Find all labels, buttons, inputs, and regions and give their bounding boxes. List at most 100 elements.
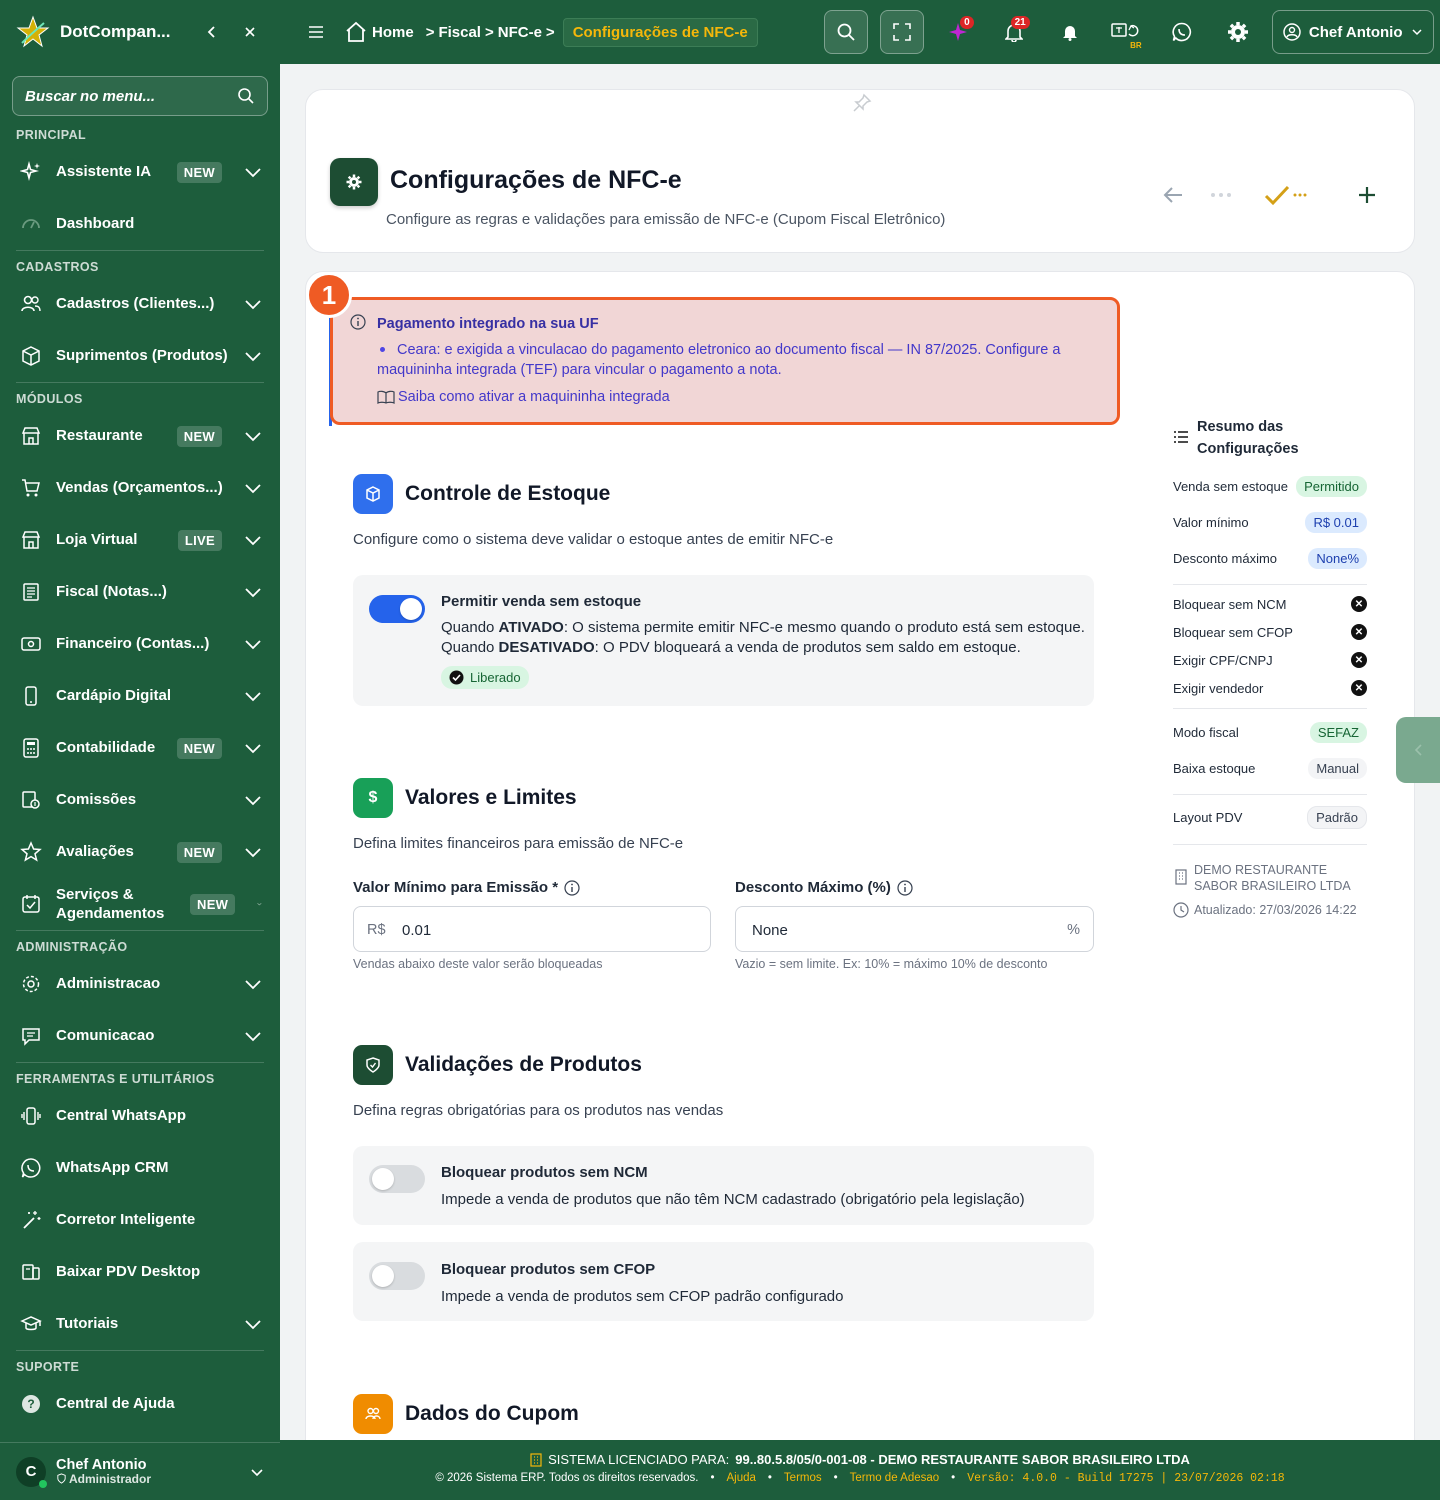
summary-toggle-tab[interactable] bbox=[1396, 717, 1440, 783]
sidebar-item-baixar-pdv[interactable]: Baixar PDV Desktop bbox=[0, 1246, 280, 1298]
sidebar-item-central-de-ajuda[interactable]: ? Central de Ajuda bbox=[0, 1378, 280, 1430]
toggle-title: Bloquear produtos sem CFOP bbox=[441, 1261, 656, 1278]
chevron-down-icon bbox=[245, 484, 261, 494]
pos-terminal-icon bbox=[22, 1264, 40, 1280]
user-menu-button[interactable]: Chef Antonio bbox=[1271, 10, 1434, 54]
chevron-down-icon bbox=[245, 744, 261, 754]
chevron-down-icon bbox=[257, 903, 262, 906]
collapse-sidebar-button[interactable] bbox=[198, 18, 226, 46]
max-discount-input[interactable]: None % bbox=[735, 906, 1094, 952]
section-ferramentas: FERRAMENTAS E UTILITÁRIOS bbox=[16, 1072, 215, 1086]
info-icon bbox=[350, 314, 366, 330]
save-button[interactable] bbox=[1264, 180, 1320, 210]
gear-icon bbox=[1227, 22, 1248, 42]
info-icon[interactable] bbox=[897, 879, 913, 896]
sidebar-item-corretor-inteligente[interactable]: Corretor Inteligente bbox=[0, 1194, 280, 1246]
footer-links: © 2026 Sistema ERP. Todos os direitos re… bbox=[280, 1472, 1440, 1485]
toggle-description: Impede a venda de produtos sem CFOP padr… bbox=[441, 1288, 844, 1305]
adhesion-terms-link[interactable]: Termo de Adesao bbox=[850, 1472, 940, 1485]
summary-updated: Atualizado: 27/03/2026 14:22 bbox=[1194, 903, 1357, 917]
more-options-button[interactable] bbox=[1206, 180, 1236, 210]
close-sidebar-button[interactable] bbox=[236, 18, 264, 46]
sidebar-item-central-whatsapp[interactable]: Central WhatsApp bbox=[0, 1090, 280, 1142]
sidebar-search-input[interactable]: Buscar no menu... bbox=[12, 76, 268, 116]
back-button[interactable] bbox=[1158, 180, 1188, 210]
sidebar-item-suprimentos[interactable]: Suprimentos (Produtos) bbox=[0, 330, 280, 382]
menu-toggle-button[interactable] bbox=[304, 10, 328, 54]
min-value-help: Vendas abaixo deste valor serão bloquead… bbox=[353, 957, 603, 971]
info-icon[interactable] bbox=[564, 879, 580, 896]
toggle-title: Permitir venda sem estoque bbox=[441, 593, 642, 610]
svg-text:?: ? bbox=[27, 1397, 34, 1411]
settings-button[interactable] bbox=[1216, 10, 1260, 54]
sidebar-user-menu[interactable]: C Chef Antonio Administrador bbox=[0, 1442, 280, 1500]
sidebar-item-loja-virtual[interactable]: Loja Virtual LIVE bbox=[0, 514, 280, 566]
sidebar-item-label: Central WhatsApp bbox=[56, 1107, 187, 1125]
summary-label: Valor mínimo bbox=[1173, 515, 1249, 530]
more-horizontal-icon bbox=[1293, 193, 1307, 197]
stock-section-description: Configure como o sistema deve validar o … bbox=[353, 531, 834, 548]
sidebar-item-assistente-ia[interactable]: Assistente IA NEW bbox=[0, 146, 280, 198]
summary-label: Baixa estoque bbox=[1173, 761, 1256, 776]
sidebar-item-label: Financeiro (Contas...) bbox=[56, 635, 210, 653]
sidebar-item-restaurante[interactable]: Restaurante NEW bbox=[0, 410, 280, 462]
min-value: 0.01 bbox=[402, 922, 432, 939]
dollar-icon: $ bbox=[368, 789, 378, 806]
fullscreen-button[interactable] bbox=[879, 10, 924, 54]
check-icon bbox=[1264, 185, 1290, 206]
breadcrumb-home[interactable]: Home bbox=[372, 24, 414, 41]
sidebar-item-tutoriais[interactable]: Tutoriais bbox=[0, 1298, 280, 1350]
search-button[interactable] bbox=[823, 10, 868, 54]
alert-help-link[interactable]: Saiba como ativar a maquininha integrada bbox=[377, 389, 670, 405]
gear-icon bbox=[346, 174, 362, 190]
new-badge: NEW bbox=[176, 841, 222, 863]
language-button[interactable]: BR bbox=[1104, 10, 1148, 54]
values-section-description: Defina limites financeiros para emissão … bbox=[353, 835, 684, 852]
summary-label: Desconto máximo bbox=[1173, 551, 1278, 566]
sidebar-item-fiscal[interactable]: Fiscal (Notas...) bbox=[0, 566, 280, 618]
license-line: SISTEMA LICENCIADO PARA: 99..80.5.8/05/0… bbox=[280, 1452, 1440, 1467]
sidebar-item-cadastros[interactable]: Cadastros (Clientes...) bbox=[0, 278, 280, 330]
separator-dot: • bbox=[767, 1472, 772, 1484]
sidebar-item-whatsapp-crm[interactable]: WhatsApp CRM bbox=[0, 1142, 280, 1194]
pin-icon[interactable] bbox=[851, 92, 873, 114]
sidebar-item-contabilidade[interactable]: Contabilidade NEW bbox=[0, 722, 280, 774]
notifications-button[interactable]: 21 bbox=[992, 10, 1036, 54]
summary-row: Bloquear sem CFOP ✕ bbox=[1173, 624, 1367, 640]
whatsapp-button[interactable] bbox=[1160, 10, 1204, 54]
summary-company: DEMO RESTAURANTE SABOR BRASILEIRO LTDA bbox=[1194, 863, 1351, 893]
separator-dot: • bbox=[710, 1472, 715, 1484]
sidebar-item-administracao[interactable]: Administracao bbox=[0, 958, 280, 1010]
breadcrumb-fiscal[interactable]: Fiscal bbox=[438, 24, 481, 41]
min-value-input[interactable]: R$ 0.01 bbox=[353, 906, 711, 952]
sidebar-item-avaliacoes[interactable]: Avaliações NEW bbox=[0, 826, 280, 878]
breadcrumb: Home > Fiscal > NFC-e > Configurações de… bbox=[344, 17, 758, 47]
sidebar-item-servicos[interactable]: Serviços & Agendamentos NEW bbox=[0, 878, 280, 930]
new-badge: NEW bbox=[176, 737, 222, 759]
sidebar-item-label: WhatsApp CRM bbox=[56, 1159, 169, 1177]
summary-label: Bloquear sem CFOP bbox=[1173, 624, 1293, 640]
alerts-button[interactable] bbox=[1048, 10, 1092, 54]
sidebar-item-financeiro[interactable]: Financeiro (Contas...) bbox=[0, 618, 280, 670]
sidebar-item-label: Cardápio Digital bbox=[56, 687, 172, 705]
sidebar-item-dashboard[interactable]: Dashboard bbox=[0, 198, 280, 250]
help-link[interactable]: Ajuda bbox=[726, 1472, 755, 1485]
chevron-down-icon bbox=[245, 1320, 261, 1330]
sidebar: DotCompan... Buscar no menu... PRINCIPAL… bbox=[0, 0, 280, 1500]
sidebar-item-cardapio-digital[interactable]: Cardápio Digital bbox=[0, 670, 280, 722]
when-on-text: : O sistema permite emitir NFC-e mesmo q… bbox=[563, 619, 1085, 636]
sidebar-item-comissoes[interactable]: Comissões bbox=[0, 774, 280, 826]
block-ncm-toggle[interactable] bbox=[369, 1165, 425, 1193]
sidebar-item-label: Serviços & Agendamentos bbox=[56, 885, 165, 923]
block-cfop-toggle[interactable] bbox=[369, 1262, 425, 1290]
breadcrumb-nfce[interactable]: NFC-e bbox=[498, 24, 542, 41]
sidebar-item-vendas[interactable]: Vendas (Orçamentos...) bbox=[0, 462, 280, 514]
ai-assistant-button[interactable]: 0 bbox=[936, 10, 980, 54]
summary-value-badge: R$ 0.01 bbox=[1305, 512, 1367, 533]
summary-row: Exigir vendedor ✕ bbox=[1173, 680, 1367, 696]
notification-count-badge: 21 bbox=[1010, 16, 1030, 29]
sidebar-item-comunicacao[interactable]: Comunicacao bbox=[0, 1010, 280, 1062]
add-button[interactable] bbox=[1352, 180, 1382, 210]
terms-link[interactable]: Termos bbox=[784, 1472, 822, 1485]
allow-sale-without-stock-toggle[interactable] bbox=[369, 595, 425, 623]
